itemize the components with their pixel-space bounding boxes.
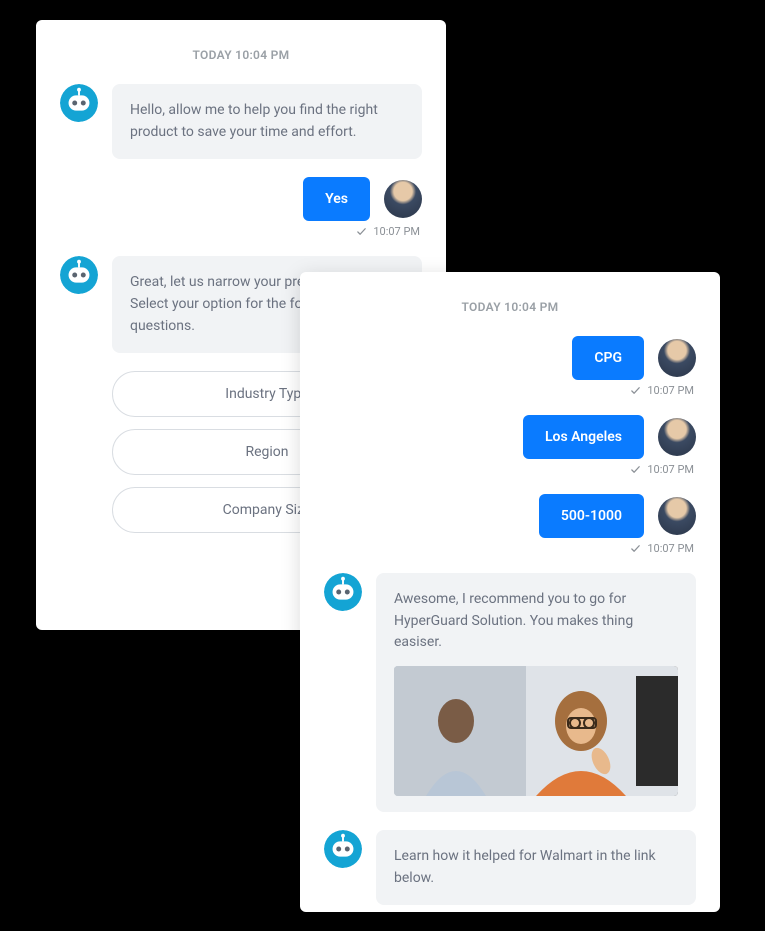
bot-message-row: Hello, allow me to help you find the rig… — [60, 84, 422, 159]
user-message-bubble[interactable]: 500-1000 — [539, 494, 644, 538]
user-message-row: 500-1000 — [324, 494, 696, 538]
message-meta: 10:07 PM — [324, 542, 696, 555]
check-icon — [356, 226, 367, 237]
check-icon — [630, 543, 641, 554]
bot-message-row: Awesome, I recommend you to go for Hyper… — [324, 573, 696, 812]
check-icon — [630, 464, 641, 475]
bot-avatar-icon — [324, 830, 362, 868]
bot-text: Awesome, I recommend you to go for Hyper… — [394, 591, 633, 650]
timestamp-header: TODAY 10:04 PM — [60, 48, 422, 62]
message-time: 10:07 PM — [647, 384, 694, 397]
bot-message-row: Learn how it helped for Walmart in the l… — [324, 830, 696, 905]
recommendation-image — [394, 666, 678, 796]
message-time: 10:07 PM — [647, 463, 694, 476]
user-message-bubble[interactable]: CPG — [572, 336, 644, 380]
user-message-bubble[interactable]: Yes — [303, 177, 370, 221]
user-message-row: Los Angeles — [324, 415, 696, 459]
chat-card-right: TODAY 10:04 PM CPG 10:07 PM Los Angeles … — [300, 272, 720, 912]
timestamp-header: TODAY 10:04 PM — [324, 300, 696, 314]
bot-avatar-icon — [324, 573, 362, 611]
bot-message-bubble: Hello, allow me to help you find the rig… — [112, 84, 422, 159]
user-message-row: Yes — [60, 177, 422, 221]
user-avatar — [658, 418, 696, 456]
user-avatar — [658, 339, 696, 377]
user-avatar — [658, 497, 696, 535]
user-avatar — [384, 180, 422, 218]
message-time: 10:07 PM — [647, 542, 694, 555]
message-meta: 10:07 PM — [324, 384, 696, 397]
message-meta: 10:07 PM — [324, 463, 696, 476]
message-meta: 10:07 PM — [60, 225, 422, 238]
check-icon — [630, 385, 641, 396]
bot-avatar-icon — [60, 84, 98, 122]
bot-message-bubble: Awesome, I recommend you to go for Hyper… — [376, 573, 696, 812]
message-time: 10:07 PM — [373, 225, 420, 238]
bot-avatar-icon — [60, 256, 98, 294]
user-message-row: CPG — [324, 336, 696, 380]
user-message-bubble[interactable]: Los Angeles — [523, 415, 644, 459]
bot-message-bubble: Learn how it helped for Walmart in the l… — [376, 830, 696, 905]
